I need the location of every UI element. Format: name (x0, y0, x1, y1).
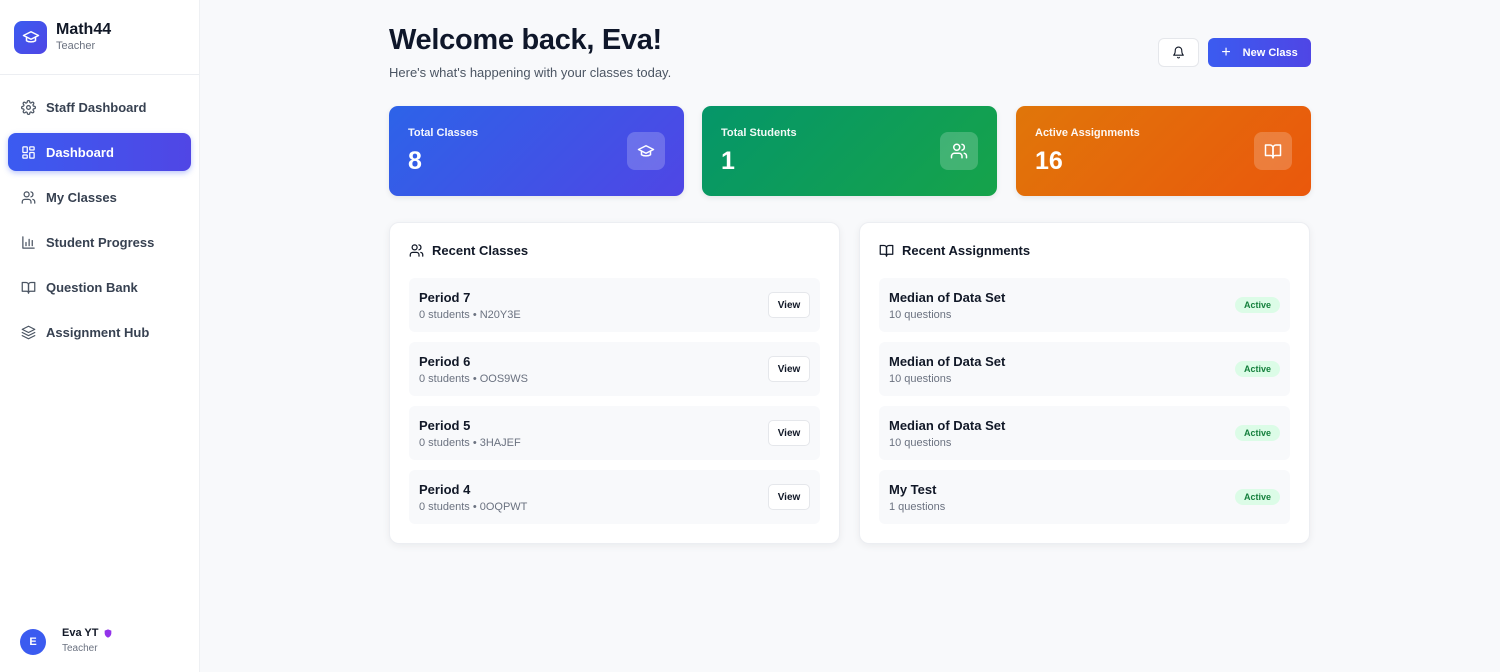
new-class-label: New Class (1242, 46, 1298, 59)
recent-assignments-card: Recent Assignments Median of Data Set 10… (859, 222, 1310, 544)
sidebar-item-my-classes[interactable]: My Classes (8, 178, 191, 216)
brand[interactable]: Math44 Teacher (0, 0, 199, 75)
class-name: Period 7 (419, 290, 471, 305)
class-meta: 0 students • N20Y3E (419, 309, 521, 321)
stat-card-total-students: Total Students 1 (702, 106, 997, 196)
assignment-name: Median of Data Set (889, 354, 1006, 369)
status-badge: Active (1234, 425, 1280, 441)
app-role: Teacher (56, 40, 96, 52)
card-header: Recent Classes (409, 242, 528, 258)
graduation-cap-icon (14, 20, 47, 54)
view-button[interactable]: View (768, 356, 810, 382)
users-icon (20, 189, 36, 205)
shield-icon (103, 628, 113, 639)
recent-classes-card: Recent Classes Period 7 0 students • N20… (389, 222, 840, 544)
assignment-meta: 10 questions (889, 309, 952, 321)
user-role: Teacher (62, 643, 98, 654)
list-item: Period 6 0 students • OOS9WS View (409, 342, 820, 396)
page-subtitle: Here's what's happening with your classe… (389, 65, 672, 80)
sidebar-item-dashboard[interactable]: Dashboard (8, 133, 191, 171)
list-item: Period 7 0 students • N20Y3E View (409, 278, 820, 332)
list-item: Period 5 0 students • 3HAJEF View (409, 406, 820, 460)
view-button[interactable]: View (768, 420, 810, 446)
stat-card-active-assignments: Active Assignments 16 (1016, 106, 1311, 196)
class-name: Period 5 (419, 418, 471, 433)
list-item[interactable]: Median of Data Set 10 questions Active (879, 342, 1290, 396)
view-button[interactable]: View (768, 292, 810, 318)
assignment-meta: 10 questions (889, 373, 952, 385)
sidebar-item-label: Student Progress (46, 234, 155, 250)
sidebar: Math44 Teacher Staff Dashboard Dashboard… (0, 0, 200, 672)
class-meta: 0 students • OOS9WS (419, 373, 529, 385)
sidebar-item-label: My Classes (46, 189, 117, 205)
class-meta: 0 students • 0OQPWT (419, 501, 528, 513)
sidebar-item-student-progress[interactable]: Student Progress (8, 223, 191, 261)
card-title: Recent Assignments (902, 242, 1031, 258)
page-title: Welcome back, Eva! (389, 24, 662, 56)
bell-icon (1172, 46, 1185, 59)
user-name-row: Eva YT (62, 627, 113, 640)
stat-card-total-classes: Total Classes 8 (389, 106, 684, 196)
list-item[interactable]: Median of Data Set 10 questions Active (879, 406, 1290, 460)
list-item[interactable]: Median of Data Set 10 questions Active (879, 278, 1290, 332)
sidebar-item-label: Assignment Hub (46, 324, 150, 340)
sidebar-item-label: Question Bank (46, 279, 138, 295)
view-button[interactable]: View (768, 484, 810, 510)
plus-icon: + (1221, 43, 1231, 61)
card-header: Recent Assignments (879, 242, 1030, 258)
assignment-name: Median of Data Set (889, 418, 1006, 433)
class-meta: 0 students • 3HAJEF (419, 437, 521, 449)
user-profile[interactable]: E Eva YT Teacher (20, 627, 113, 656)
new-class-button[interactable]: + New Class (1208, 38, 1311, 67)
class-name: Period 4 (419, 482, 471, 497)
sidebar-nav: Staff Dashboard Dashboard My Classes Stu… (0, 75, 199, 351)
list-item[interactable]: My Test 1 questions Active (879, 470, 1290, 524)
card-title: Recent Classes (432, 242, 529, 258)
layers-icon (20, 324, 36, 340)
assignment-name: My Test (889, 482, 937, 497)
assignment-name: Median of Data Set (889, 290, 1006, 305)
status-badge: Active (1234, 489, 1280, 505)
user-name: Eva YT (62, 627, 99, 639)
status-badge: Active (1234, 361, 1280, 377)
class-name: Period 6 (419, 354, 471, 369)
sidebar-item-assignment-hub[interactable]: Assignment Hub (8, 313, 191, 351)
users-icon (940, 132, 978, 170)
status-badge: Active (1234, 297, 1280, 313)
list-item: Period 4 0 students • 0OQPWT View (409, 470, 820, 524)
book-icon (879, 242, 895, 258)
book-icon (20, 279, 36, 295)
app-name: Math44 (56, 21, 112, 38)
avatar: E (20, 628, 46, 655)
assignment-meta: 1 questions (889, 501, 946, 513)
book-icon (1254, 132, 1292, 170)
sidebar-item-label: Dashboard (46, 144, 114, 160)
graduation-cap-icon (627, 132, 665, 170)
sidebar-item-question-bank[interactable]: Question Bank (8, 268, 191, 306)
users-icon (409, 242, 425, 258)
sidebar-item-label: Staff Dashboard (46, 99, 147, 115)
notifications-button[interactable] (1158, 38, 1199, 67)
dashboard-grid-icon (20, 144, 36, 160)
bar-chart-icon (20, 234, 36, 250)
sidebar-item-staff-dashboard[interactable]: Staff Dashboard (8, 88, 191, 126)
gear-icon (20, 99, 36, 115)
assignment-meta: 10 questions (889, 437, 952, 449)
